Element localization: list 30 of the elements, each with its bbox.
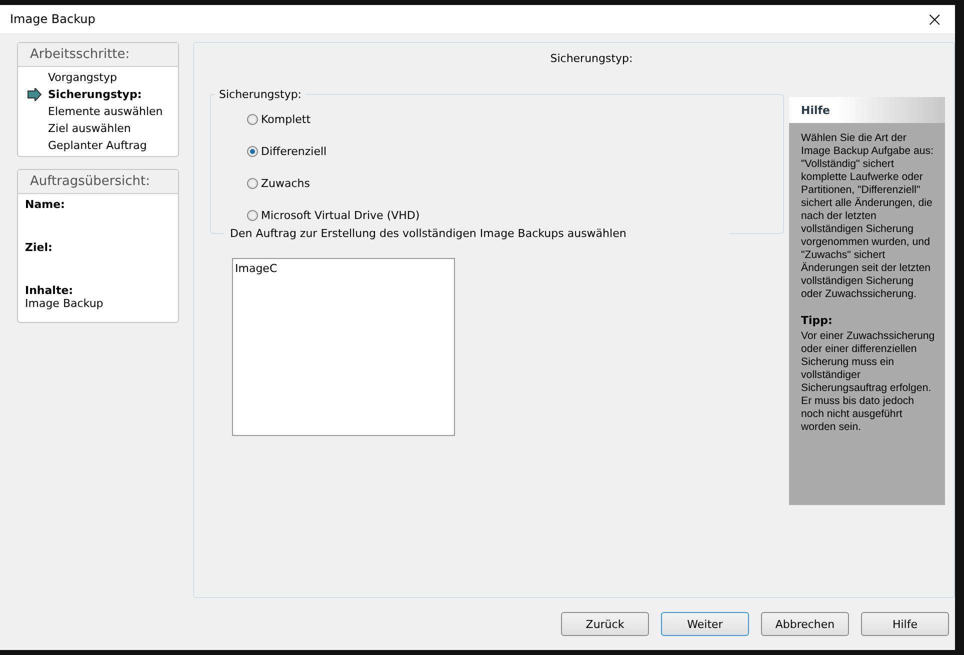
radio-option[interactable]: Zuwachs (247, 167, 783, 199)
step-item: Vorgangstyp (48, 71, 117, 84)
summary-label: Inhalte: (25, 284, 74, 297)
summary-label: Ziel: (25, 241, 54, 254)
list-label: Den Auftrag zur Erstellung des vollständigen Image Backups auswählen (224, 227, 730, 240)
help-text: Wählen Sie die Art der Image Backup Aufgabe aus: "Vollständig" sichert komplette Laufwerke oder Partitionen, "Differenziell" sichert alle Änderungen, die nach der letzten vollständigen Sicherung vorgenommen wurden, und "Zuwachs" sichert Änderungen seit der letzten vollständigen Sicherung oder Zuwachssicherung. (801, 132, 935, 301)
dialog-button[interactable]: Hilfe (861, 612, 949, 636)
summary-label: Name: (25, 198, 66, 211)
window-title: Image Backup (10, 12, 96, 26)
group-legend: Sicherungstyp: (215, 88, 306, 101)
step-item: Sicherungstyp: (48, 88, 142, 101)
section-title: Sicherungstyp: (550, 52, 633, 65)
close-button[interactable]: × (920, 9, 949, 29)
dialog-button[interactable]: Zurück (561, 612, 649, 636)
panel-heading: Auftragsübersicht: (18, 170, 178, 194)
list-item[interactable]: ImageC (235, 262, 452, 275)
step-item: Elemente auswählen (48, 105, 163, 118)
arrow-icon (27, 88, 42, 101)
help-title: Hilfe (789, 97, 945, 123)
dialog-button[interactable]: Weiter (661, 612, 749, 636)
tip-title: Tipp: (801, 314, 834, 327)
radio-option[interactable]: Differenziell (247, 135, 783, 167)
radio-option[interactable]: Komplett (247, 103, 783, 135)
dialog-button[interactable]: Abbrechen (761, 612, 849, 636)
step-item: Geplanter Auftrag (48, 139, 147, 152)
job-list[interactable]: ImageC (232, 258, 455, 436)
tip-text: Vor einer Zuwachssicherung oder einer differenziellen Sicherung muss ein vollständiger Sicherungsauftrag erfolgen. Er muss bis dato jedoch noch nicht ausgeführt worden sein. (801, 330, 936, 434)
step-item: Ziel auswählen (48, 122, 131, 135)
panel-heading: Arbeitsschritte: (18, 43, 178, 67)
summary-value: Image Backup (25, 297, 104, 310)
